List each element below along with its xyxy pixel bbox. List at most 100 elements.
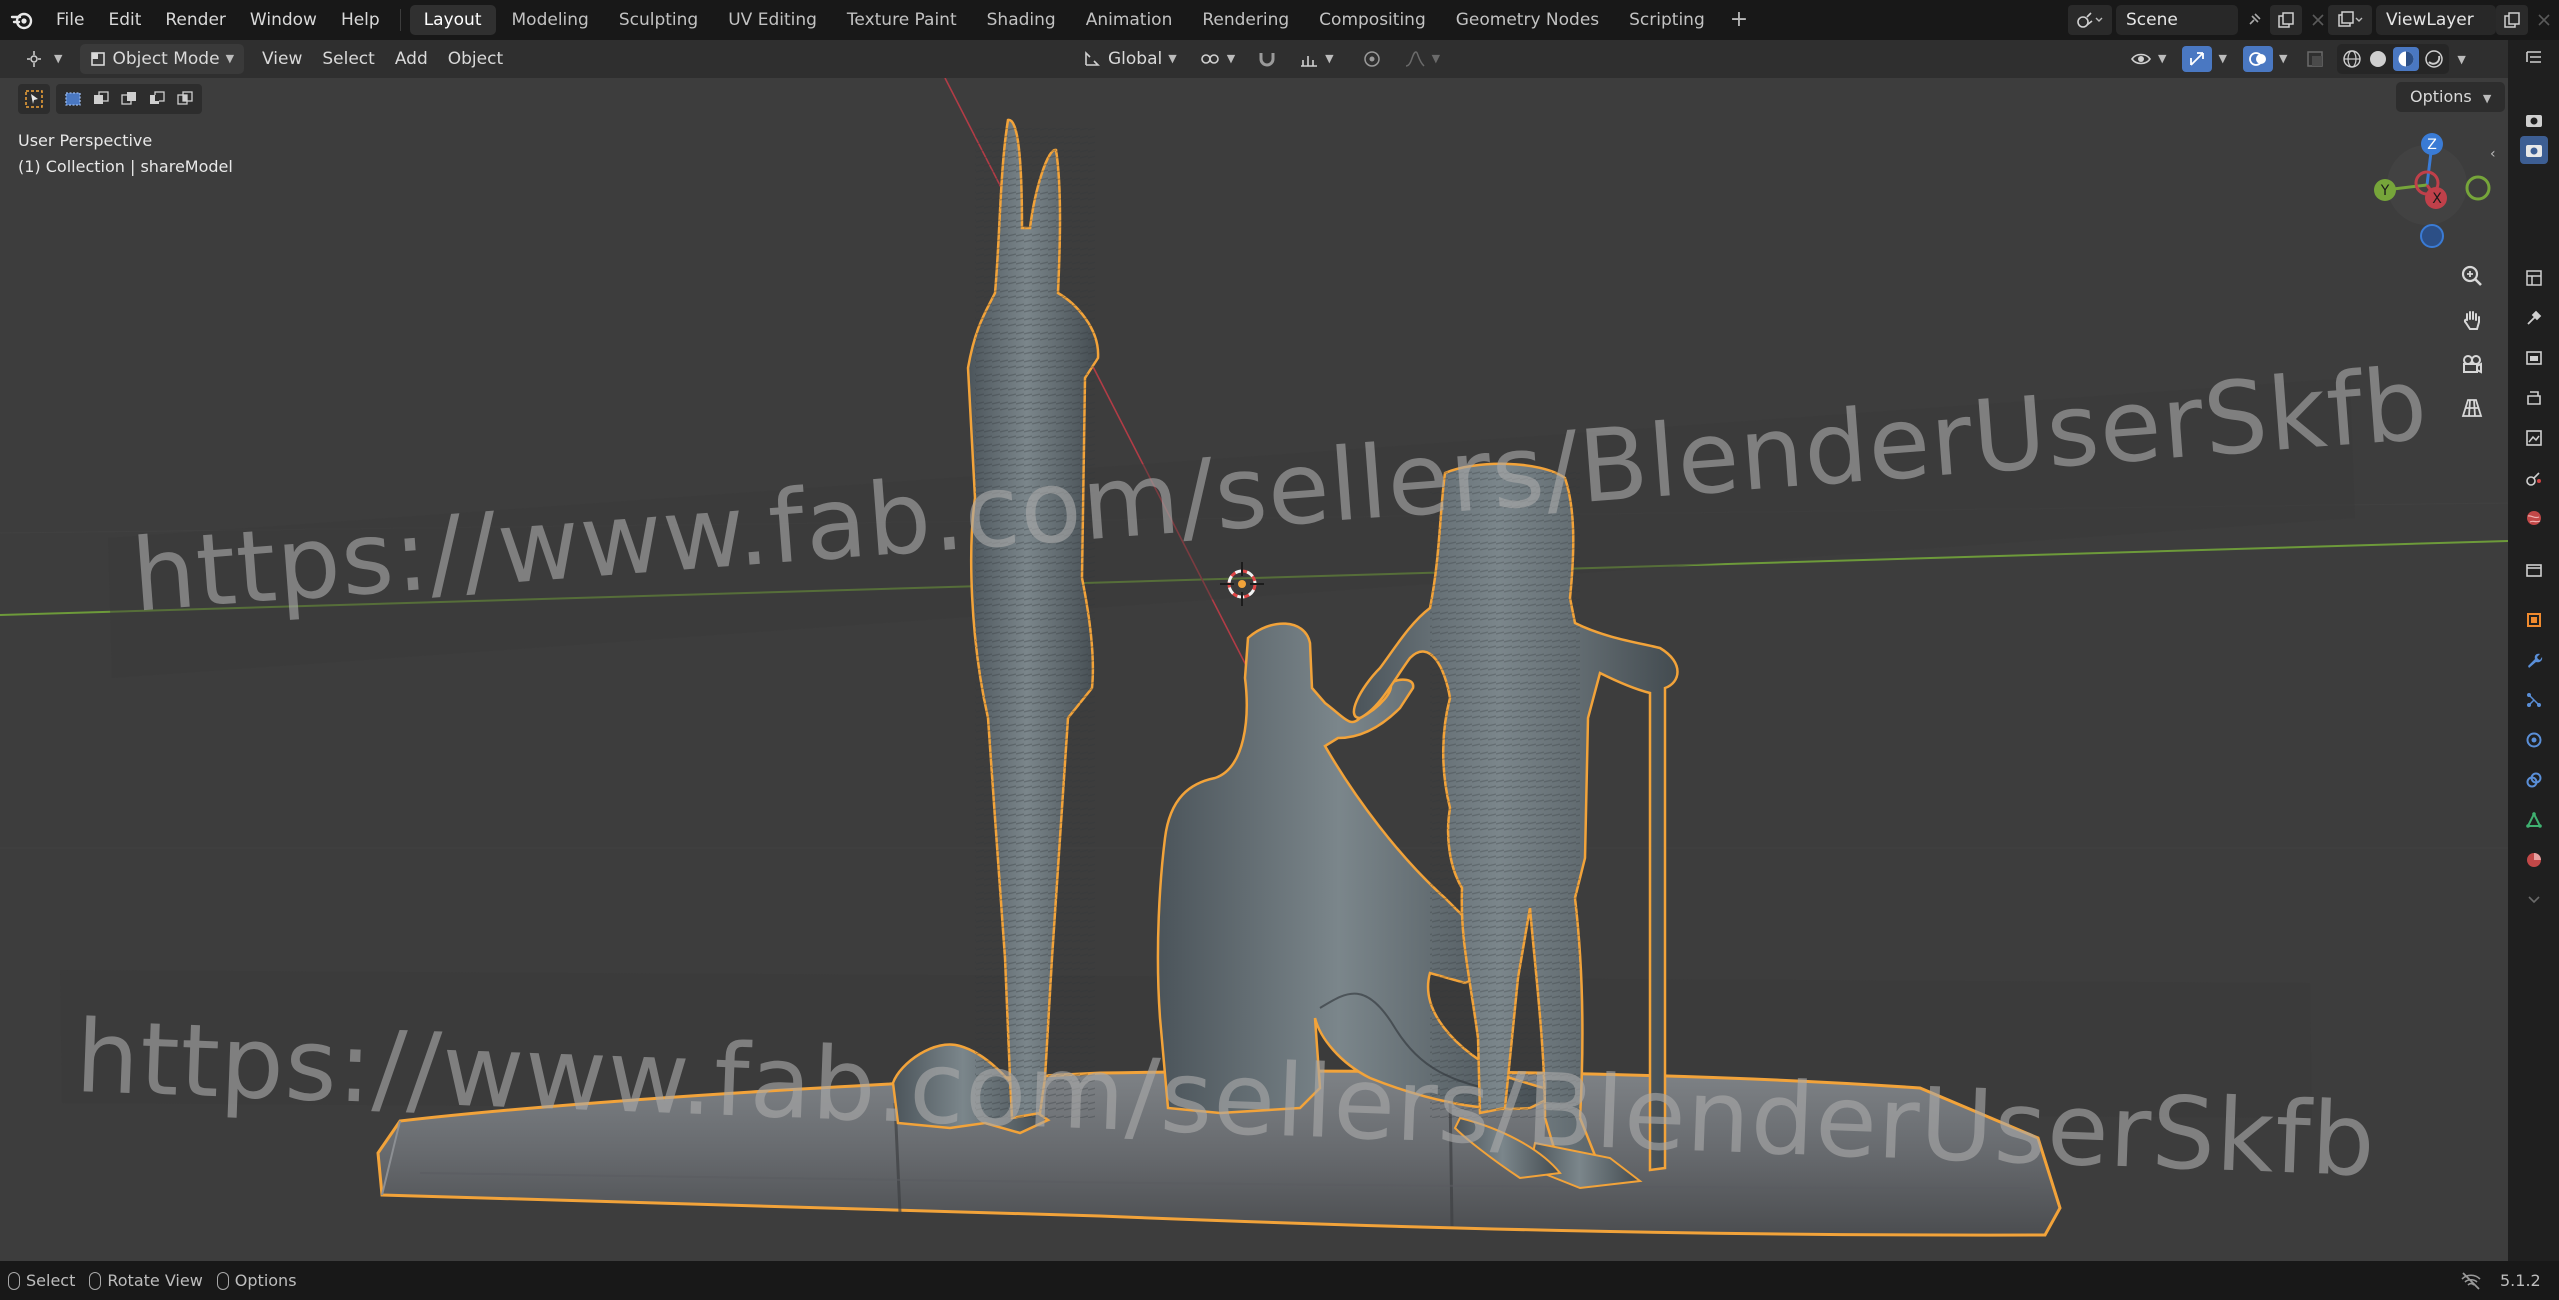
mouse-middle-icon (89, 1271, 102, 1290)
tab-shading[interactable]: Shading (973, 5, 1070, 35)
outliner-toggle-icon[interactable] (2520, 44, 2548, 72)
blender-logo-icon[interactable] (0, 0, 44, 40)
gizmo-toggle[interactable]: ▼ (2178, 44, 2230, 74)
modifier-wrench-icon[interactable] (2520, 646, 2548, 674)
rendered-shading-icon[interactable] (2423, 48, 2445, 70)
options-dropdown[interactable]: Options ▼ (2396, 82, 2506, 112)
delete-view-layer-icon[interactable] (2528, 5, 2559, 35)
tab-animation[interactable]: Animation (1072, 5, 1187, 35)
view-layer-properties-icon[interactable] (2520, 424, 2548, 452)
tab-texture-paint[interactable]: Texture Paint (833, 5, 971, 35)
select-subtract-icon (121, 92, 136, 105)
editor-type-button[interactable]: ▼ (16, 44, 72, 74)
physics-icon[interactable] (2520, 726, 2548, 754)
render-camera-icon[interactable] (2520, 106, 2548, 134)
solid-shading-icon[interactable] (2367, 48, 2389, 70)
mode-label: Object Mode (112, 49, 220, 69)
gizmo-z-label: Z (2427, 137, 2437, 153)
select-extend-button[interactable] (87, 84, 115, 114)
constraints-icon[interactable] (2520, 766, 2548, 794)
falloff-dropdown[interactable]: ▼ (1394, 44, 1450, 74)
menu-object[interactable]: Object (438, 44, 513, 74)
menu-help[interactable]: Help (329, 0, 392, 40)
overlays-toggle[interactable]: ▼ (2239, 44, 2291, 74)
tab-modeling[interactable]: Modeling (498, 5, 603, 35)
select-intersect-button[interactable] (171, 84, 199, 114)
render-properties-icon[interactable] (2520, 344, 2548, 372)
pivot-point-dropdown[interactable]: ▼ (1189, 44, 1245, 74)
xray-toggle[interactable] (2301, 44, 2329, 74)
viewport-display-controls: ▼ ▼ ▼ ▼ (2120, 44, 2466, 74)
menu-edit[interactable]: Edit (96, 0, 153, 40)
menu-add[interactable]: Add (385, 44, 438, 74)
toggle-sidebar-chevron-icon[interactable]: ‹ (2490, 146, 2496, 162)
select-subtract-button[interactable] (115, 84, 143, 114)
ortho-grid-icon[interactable] (2454, 390, 2490, 426)
gizmo-icon (2182, 46, 2213, 72)
scene-browse-icon[interactable] (2068, 5, 2112, 35)
menu-render[interactable]: Render (153, 0, 238, 40)
add-workspace-button[interactable]: + (1720, 5, 1758, 35)
mode-dropdown[interactable]: Object Mode ▼ (80, 44, 245, 74)
view-layer-name-field[interactable]: ViewLayer (2376, 5, 2496, 35)
select-intersect-icon (177, 91, 193, 105)
snap-target-dropdown[interactable]: ▼ (1289, 44, 1343, 74)
select-invert-button[interactable] (143, 84, 171, 114)
select-new-button[interactable] (59, 84, 87, 114)
divider (399, 9, 401, 31)
navigation-gizmo[interactable]: Z Y X (2374, 133, 2491, 248)
tab-layout[interactable]: Layout (409, 5, 496, 35)
output-properties-icon[interactable] (2520, 384, 2548, 412)
proportional-editing-toggle[interactable] (1352, 44, 1392, 74)
tab-geometry-nodes[interactable]: Geometry Nodes (1442, 5, 1613, 35)
wireframe-shading-icon[interactable] (2341, 48, 2363, 70)
collection-properties-icon[interactable] (2520, 556, 2548, 584)
xray-icon (2307, 51, 2324, 67)
chevron-down-icon: ▼ (1431, 52, 1441, 65)
world-properties-icon[interactable] (2520, 504, 2548, 532)
pan-hand-icon[interactable] (2454, 302, 2490, 338)
view-layer-browse-icon[interactable] (2328, 5, 2372, 35)
more-tabs-chevron-icon[interactable] (2520, 886, 2548, 914)
new-view-layer-icon[interactable] (2496, 5, 2528, 35)
select-invert-icon (150, 91, 165, 104)
status-rotate-label: Rotate View (107, 1271, 203, 1290)
camera-view-icon[interactable] (2454, 346, 2490, 382)
tab-uv-editing[interactable]: UV Editing (714, 5, 831, 35)
particles-icon[interactable] (2520, 686, 2548, 714)
shading-options-chevron-icon[interactable]: ▼ (2457, 53, 2465, 66)
tab-compositing[interactable]: Compositing (1305, 5, 1440, 35)
render-preview-icon[interactable] (2520, 136, 2548, 164)
menu-view[interactable]: View (252, 44, 312, 74)
tab-sculpting[interactable]: Sculpting (605, 5, 712, 35)
select-tool-button[interactable] (18, 84, 50, 114)
select-new-icon (65, 92, 81, 106)
object-data-icon[interactable] (2520, 806, 2548, 834)
3d-viewport[interactable]: Z Y X https://www.fab.com/sellers/Blende… (0, 78, 2508, 1261)
scene-properties-icon[interactable] (2520, 464, 2548, 492)
menu-select[interactable]: Select (312, 44, 384, 74)
status-bar: Select Rotate View Options 5.1.2 (0, 1261, 2559, 1300)
snap-toggle[interactable] (1247, 44, 1287, 74)
status-rotate-hint: Rotate View (89, 1271, 203, 1290)
material-icon[interactable] (2520, 846, 2548, 874)
menu-file[interactable]: File (44, 0, 96, 40)
visibility-dropdown[interactable]: ▼ (2120, 44, 2176, 74)
scene-name-field[interactable]: Scene (2116, 5, 2238, 35)
viewport-header: ▼ Object Mode ▼ View Select Add Object G… (0, 40, 2508, 78)
transform-orientation-dropdown[interactable]: Global ▼ (1072, 44, 1187, 74)
object-properties-icon[interactable] (2520, 606, 2548, 634)
material-preview-shading-icon[interactable] (2393, 47, 2420, 71)
tab-rendering[interactable]: Rendering (1188, 5, 1303, 35)
menu-window[interactable]: Window (238, 0, 329, 40)
top-bar: File Edit Render Window Help Layout Mode… (0, 0, 2559, 40)
tab-scripting[interactable]: Scripting (1615, 5, 1719, 35)
pin-icon[interactable] (2238, 5, 2270, 35)
network-off-icon[interactable] (2460, 1271, 2482, 1295)
gizmo-y-label: Y (2380, 183, 2390, 199)
gizmo-x-label: X (2432, 191, 2442, 207)
tool-properties-icon[interactable] (2520, 304, 2548, 332)
zoom-icon[interactable] (2454, 258, 2490, 294)
new-scene-icon[interactable] (2270, 5, 2302, 35)
properties-panel-icon[interactable] (2520, 264, 2548, 292)
